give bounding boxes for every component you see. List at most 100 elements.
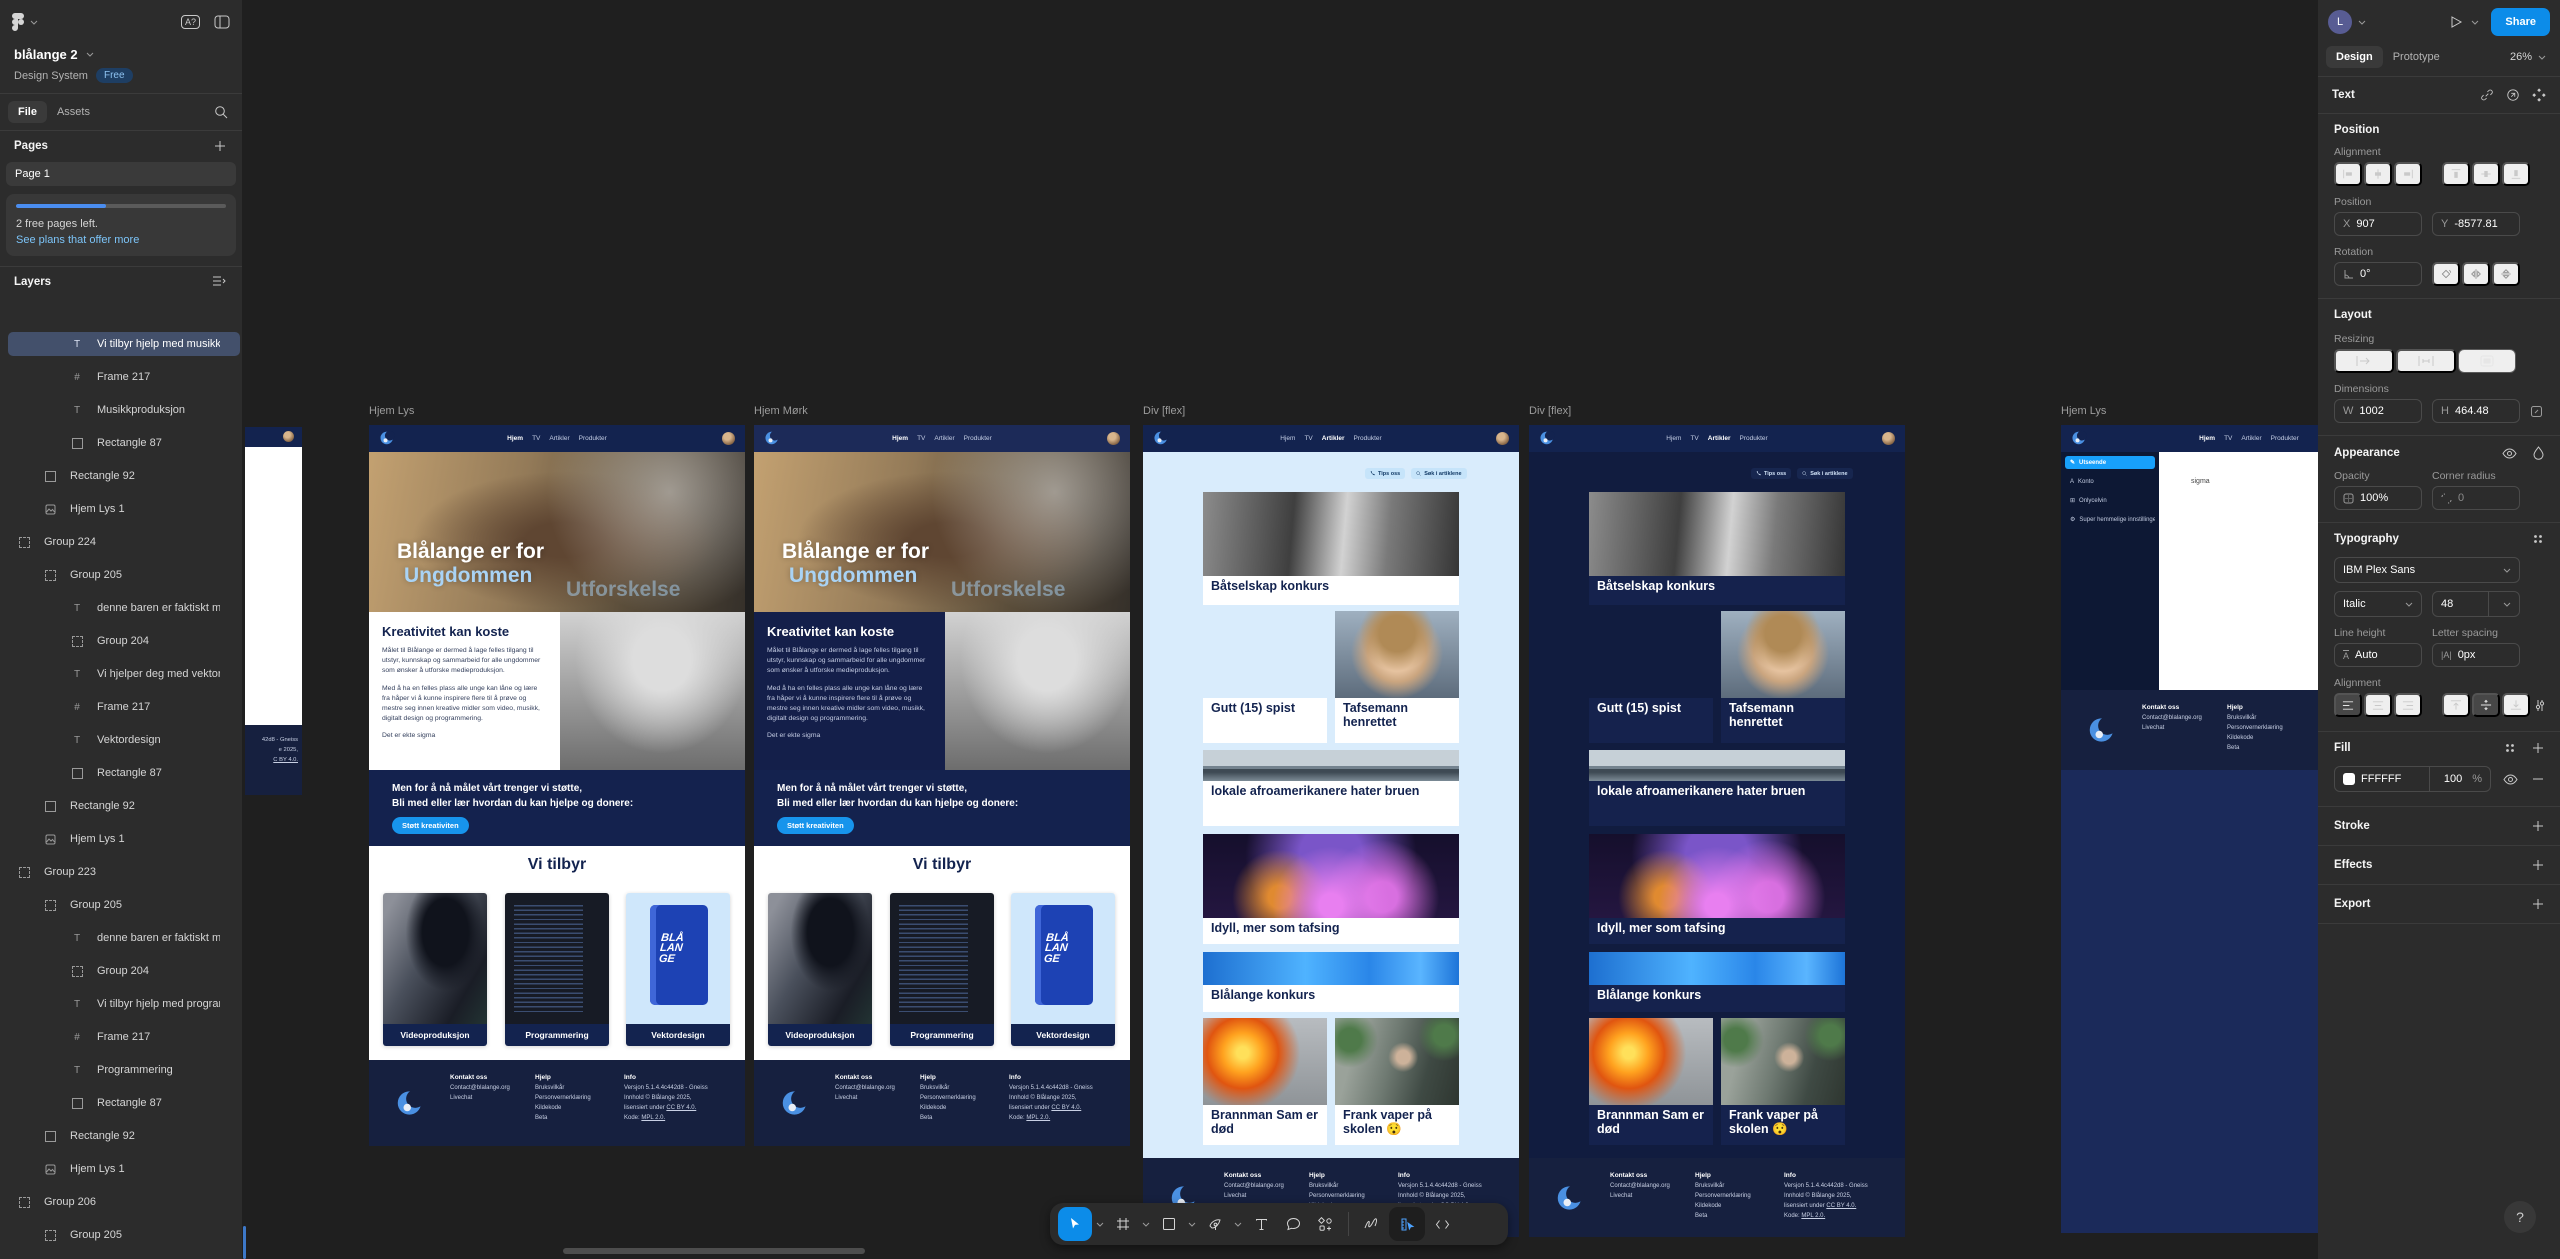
font-style-select[interactable]: Italic	[2334, 591, 2422, 617]
layer-row[interactable]: #Frame 217	[0, 1025, 242, 1049]
present-icon[interactable]	[2449, 15, 2463, 29]
present-chevron-icon[interactable]	[2471, 20, 2479, 25]
tab-design[interactable]: Design	[2326, 46, 2383, 68]
height-field[interactable]: H464.48	[2432, 399, 2520, 423]
text-align-right-icon[interactable]	[2394, 693, 2422, 717]
tab-file[interactable]: File	[8, 101, 47, 123]
copy-link-icon[interactable]	[2480, 88, 2494, 102]
layer-row[interactable]: Group 204	[0, 959, 242, 983]
tips-oss-button[interactable]: Tips oss	[1365, 468, 1405, 479]
layer-row[interactable]: Tdenne baren er faktiskt mening	[0, 926, 242, 950]
zoom-level[interactable]: 26%	[2510, 51, 2532, 63]
pen-tool-button[interactable]	[1200, 1207, 1230, 1241]
rotate-icon[interactable]	[2432, 262, 2460, 286]
remove-fill-icon[interactable]	[2532, 773, 2544, 785]
offer-card[interactable]: Videoproduksjon	[383, 893, 487, 1046]
fill-color-field[interactable]: FFFFFF 100 %	[2334, 766, 2491, 792]
align-left-icon[interactable]	[2334, 162, 2362, 186]
support-cta-button[interactable]: Støtt kreativiten	[777, 817, 854, 834]
align-right-icon[interactable]	[2394, 162, 2422, 186]
add-effect-icon[interactable]	[2532, 859, 2544, 871]
fill-styles-icon[interactable]	[2504, 742, 2516, 754]
canvas[interactable]: 42d8 - Gneisse 2025,C BY 4.0. Hjem Lys Hje…	[0, 0, 2560, 1259]
rotation-field[interactable]: 0°	[2334, 262, 2422, 286]
layer-row[interactable]: TMusikkproduksjon	[0, 398, 242, 422]
page-item[interactable]: Page 1	[6, 162, 236, 186]
layer-row[interactable]: Group 206	[0, 1190, 242, 1214]
frame-label[interactable]: Div [flex]	[1143, 405, 1185, 417]
frame-artikler-dark[interactable]: HjemTVArtiklerProdukterTips ossSøk i art…	[1529, 425, 1905, 1237]
draw-tool-button[interactable]	[1357, 1207, 1387, 1241]
move-tool-chevron-icon[interactable]	[1094, 1207, 1106, 1241]
layer-row[interactable]: Tdenne baren er faktiskt mening	[0, 596, 242, 620]
letter-spacing-field[interactable]: |A| 0px	[2432, 643, 2520, 667]
user-avatar[interactable]: L	[2328, 10, 2352, 34]
layer-row[interactable]: Group 205	[0, 1223, 242, 1247]
align-top-icon[interactable]	[2442, 162, 2470, 186]
tab-assets[interactable]: Assets	[47, 101, 100, 123]
sidebar-scrollbar-thumb[interactable]	[243, 1226, 246, 1259]
constrain-proportions-icon[interactable]	[2530, 405, 2543, 418]
settings-menu-item[interactable]: ✎Utseende	[2065, 456, 2155, 469]
layer-row[interactable]: Hjem Lys 1	[0, 1157, 242, 1181]
layer-row[interactable]: Group 224	[0, 530, 242, 554]
frame-tool-button[interactable]	[1108, 1207, 1138, 1241]
search-icon[interactable]	[214, 105, 228, 119]
text-align-top-icon[interactable]	[2442, 693, 2470, 717]
file-name[interactable]: blålange 2	[14, 47, 78, 62]
flip-vertical-icon[interactable]	[2492, 262, 2520, 286]
instance-icon[interactable]	[2506, 88, 2520, 102]
pen-tool-chevron-icon[interactable]	[1232, 1207, 1244, 1241]
layer-row[interactable]: TVi tilbyr hjelp med musikkproduksjon	[0, 332, 242, 356]
align-h-center-icon[interactable]	[2364, 162, 2392, 186]
code-tool-button[interactable]	[1427, 1207, 1457, 1241]
frame-label[interactable]: Hjem Mørk	[754, 405, 808, 417]
add-fill-icon[interactable]	[2532, 742, 2544, 754]
layer-row[interactable]: Hjem Lys 1	[0, 497, 242, 521]
search-articles-button[interactable]: Søk i artiklene	[1411, 468, 1466, 479]
resize-hug-icon[interactable]	[2396, 349, 2456, 373]
text-align-left-icon[interactable]	[2334, 693, 2362, 717]
frame-fragment[interactable]: 42d8 - Gneisse 2025,C BY 4.0.	[245, 427, 302, 795]
canvas-horizontal-scrollbar[interactable]	[563, 1248, 865, 1254]
text-align-middle-icon[interactable]	[2472, 693, 2500, 717]
layer-row[interactable]: TVi tilbyr hjelp med programmering	[0, 992, 242, 1016]
offer-card[interactable]: BLÅLANGEVektordesign	[626, 893, 730, 1046]
text-styles-icon[interactable]	[2532, 533, 2544, 545]
frame-tool-chevron-icon[interactable]	[1140, 1207, 1152, 1241]
layer-row[interactable]: Group 205	[0, 563, 242, 587]
font-family-select[interactable]: IBM Plex Sans	[2334, 557, 2520, 583]
align-bottom-icon[interactable]	[2502, 162, 2530, 186]
figma-logo-icon[interactable]	[12, 13, 38, 31]
actions-tool-button[interactable]	[1310, 1207, 1340, 1241]
type-settings-icon[interactable]	[2534, 699, 2546, 712]
support-cta-button[interactable]: Støtt kreativiten	[392, 817, 469, 834]
collapse-layers-icon[interactable]	[212, 276, 226, 288]
file-menu-chevron-icon[interactable]	[86, 52, 94, 57]
layer-row[interactable]: TProgrammering	[0, 1058, 242, 1082]
fill-visibility-eye-icon[interactable]	[2503, 774, 2518, 785]
text-align-center-icon[interactable]	[2364, 693, 2392, 717]
corner-radius-field[interactable]: 0	[2432, 486, 2520, 510]
text-align-bottom-icon[interactable]	[2502, 693, 2530, 717]
blend-droplet-icon[interactable]	[2533, 446, 2544, 460]
line-height-field[interactable]: A Auto	[2334, 643, 2422, 667]
search-articles-button[interactable]: Søk i artiklene	[1797, 468, 1852, 479]
add-stroke-icon[interactable]	[2532, 820, 2544, 832]
offer-card[interactable]: Programmering	[890, 893, 994, 1046]
frame-label[interactable]: Hjem Lys	[369, 405, 414, 417]
flip-horizontal-icon[interactable]	[2462, 262, 2490, 286]
avatar-chevron-icon[interactable]	[2358, 20, 2366, 25]
layer-row[interactable]: TVektordesign	[0, 728, 242, 752]
missing-fonts-icon[interactable]: A?	[181, 15, 200, 29]
add-page-icon[interactable]	[214, 140, 226, 152]
see-plans-link[interactable]: See plans that offer more	[16, 234, 226, 246]
align-v-center-icon[interactable]	[2472, 162, 2500, 186]
help-button[interactable]: ?	[2504, 1201, 2536, 1233]
fill-swatch[interactable]	[2343, 773, 2355, 785]
settings-menu-item[interactable]: ⊞Onlycelvin	[2065, 494, 2155, 507]
y-position-field[interactable]: Y-8577.81	[2432, 212, 2520, 236]
frame-hjem-mork[interactable]: HjemTVArtiklerProdukterBlålange er forUn…	[754, 425, 1130, 1146]
tab-prototype[interactable]: Prototype	[2383, 46, 2450, 68]
layer-row[interactable]: Rectangle 92	[0, 794, 242, 818]
